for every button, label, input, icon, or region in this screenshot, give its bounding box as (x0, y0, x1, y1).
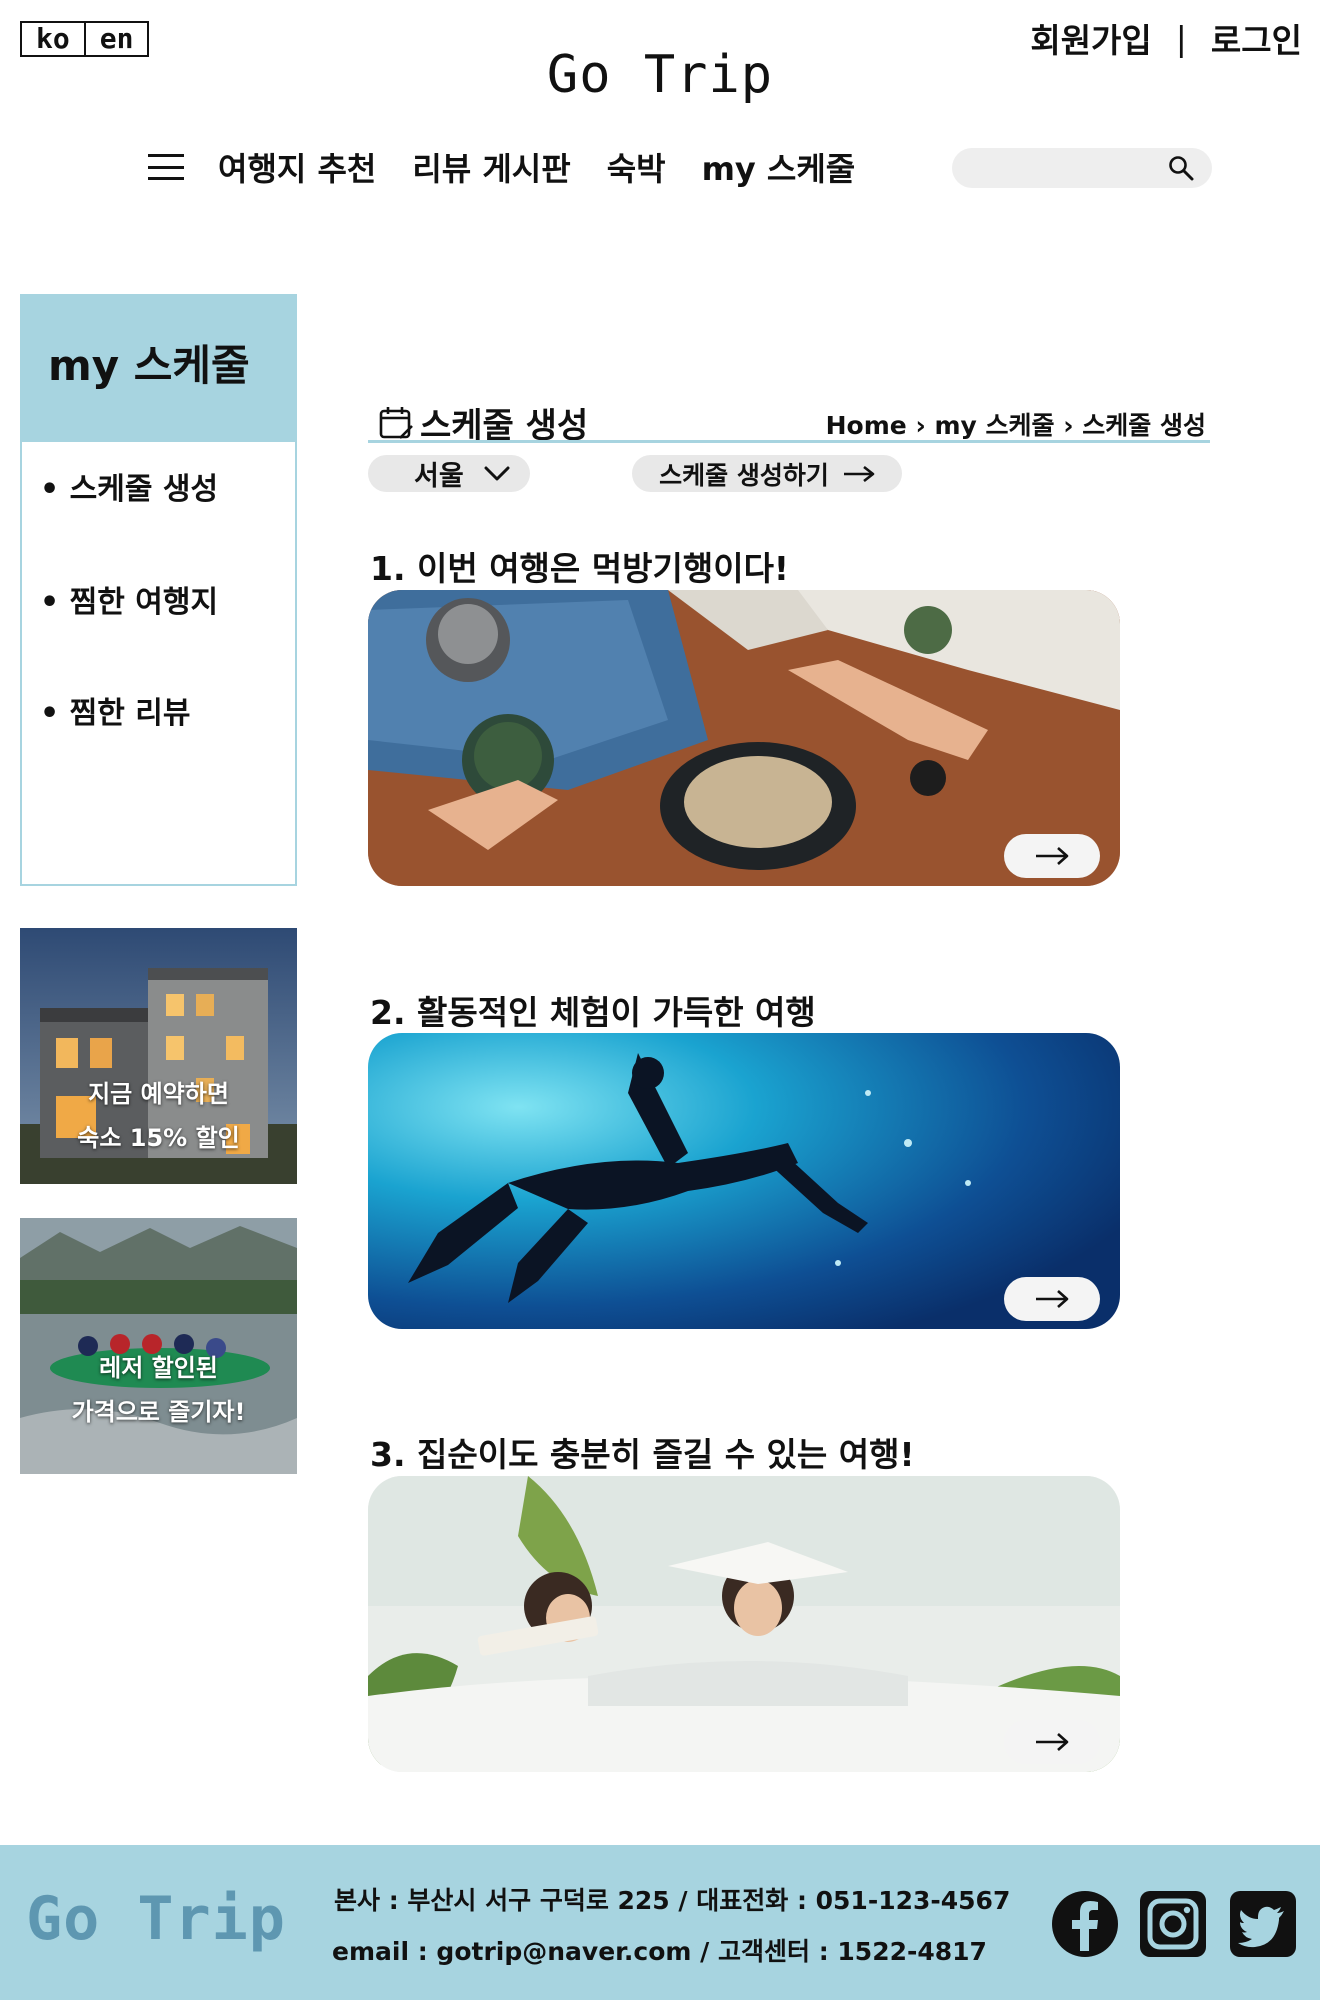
create-schedule-button[interactable]: 스케줄 생성하기 (632, 455, 902, 492)
create-schedule-label: 스케줄 생성하기 (659, 460, 829, 490)
plan-card-activity[interactable] (368, 1033, 1120, 1329)
lodging-discount-banner[interactable]: 지금 예약하면 숙소 15% 할인 (20, 928, 297, 1184)
city-select-value: 서울 (414, 461, 464, 492)
leisure-banner-line1: 레저 할인된 (99, 1354, 218, 1382)
plan-title-food: 1. 이번 여행은 먹방기행이다! (370, 549, 789, 588)
leisure-discount-banner[interactable]: 레저 할인된 가격으로 즐기자! (20, 1218, 297, 1474)
plan-activity-go-button[interactable] (1004, 1277, 1100, 1321)
nav-item-my-schedule[interactable]: my 스케줄 (702, 144, 856, 190)
nav-item-recommend[interactable]: 여행지 추천 (218, 144, 376, 190)
twitter-icon[interactable] (1228, 1889, 1298, 1959)
site-footer: Go Trip 본사 : 부산시 서구 구덕로 225 / 대표전화 : 051… (0, 1845, 1320, 2000)
activity-trip-image (368, 1033, 1120, 1329)
site-logo[interactable]: Go Trip (0, 42, 1320, 108)
sidebar-item-saved-reviews[interactable]: • 찜한 리뷰 (40, 688, 190, 732)
footer-address: 본사 : 부산시 서구 구덕로 225 / 대표전화 : 051-123-456… (334, 1886, 1011, 1915)
breadcrumb: Home › my 스케줄 › 스케줄 생성 (826, 406, 1206, 442)
arrow-right-icon (843, 465, 875, 482)
footer-logo[interactable]: Go Trip (26, 1879, 286, 1959)
nav-item-reviews[interactable]: 리뷰 게시판 (412, 144, 570, 190)
plan-card-food[interactable] (368, 590, 1120, 886)
leisure-banner-text: 레저 할인된 가격으로 즐기자! (20, 1346, 297, 1434)
arrow-right-icon (1036, 1733, 1069, 1751)
instagram-icon[interactable] (1138, 1889, 1208, 1959)
facebook-icon[interactable] (1050, 1889, 1120, 1959)
breadcrumb-separator: › (915, 411, 926, 440)
food-trip-image (368, 590, 1120, 886)
sidebar-menu: • 스케줄 생성 • 찜한 여행지 • 찜한 리뷰 (20, 442, 297, 886)
chevron-down-icon (484, 466, 510, 480)
sidebar-item-create-schedule[interactable]: • 스케줄 생성 (40, 464, 218, 508)
arrow-right-icon (1036, 847, 1069, 865)
lodging-banner-text: 지금 예약하면 숙소 15% 할인 (20, 1072, 297, 1160)
plan-title-homebody: 3. 집순이도 충분히 즐길 수 있는 여행! (370, 1435, 915, 1474)
arrow-right-icon (1036, 1290, 1069, 1308)
nav-item-lodging[interactable]: 숙박 (607, 144, 666, 190)
search-icon[interactable] (1168, 155, 1194, 181)
sidebar-item-saved-places[interactable]: • 찜한 여행지 (40, 577, 218, 621)
lodging-banner-line1: 지금 예약하면 (88, 1080, 229, 1108)
plan-card-homebody[interactable] (368, 1476, 1120, 1772)
sidebar-title: my 스케줄 (20, 294, 297, 442)
plan-homebody-go-button[interactable] (1004, 1720, 1100, 1764)
plan-food-go-button[interactable] (1004, 834, 1100, 878)
breadcrumb-my-schedule[interactable]: my 스케줄 (934, 411, 1054, 440)
title-divider (368, 440, 1210, 443)
calendar-icon (379, 406, 413, 439)
footer-contact: email : gotrip@naver.com / 고객센터 : 1522-4… (332, 1937, 987, 1966)
leisure-banner-line2: 가격으로 즐기자! (71, 1398, 246, 1426)
breadcrumb-current: 스케줄 생성 (1082, 411, 1206, 440)
plan-title-activity: 2. 활동적인 체험이 가득한 여행 (370, 993, 816, 1032)
breadcrumb-separator: › (1063, 411, 1074, 440)
main-nav: 여행지 추천 리뷰 게시판 숙박 my 스케줄 (148, 145, 891, 189)
search-input[interactable] (952, 148, 1212, 188)
menu-icon[interactable] (148, 154, 184, 180)
lodging-banner-line2: 숙소 15% 할인 (77, 1124, 240, 1152)
city-select[interactable]: 서울 (368, 455, 530, 492)
breadcrumb-home[interactable]: Home (826, 411, 907, 440)
homebody-trip-image (368, 1476, 1120, 1772)
